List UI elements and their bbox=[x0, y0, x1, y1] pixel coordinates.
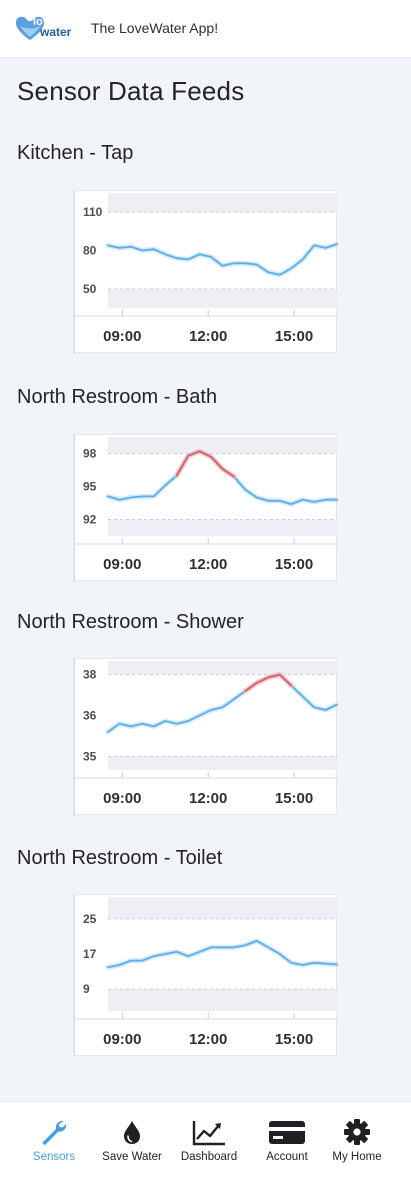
upper-alert-band bbox=[108, 437, 337, 454]
y-tick-label: 92 bbox=[83, 513, 97, 527]
alert-line-glow bbox=[174, 448, 237, 480]
y-tick-label: 110 bbox=[83, 205, 103, 219]
x-tick-label: 15:00 bbox=[275, 1031, 313, 1048]
sensor-chart-card[interactable]: 25 17 9 09:00 12:00 15:00 bbox=[73, 894, 338, 1057]
app-title: The LoveWater App! bbox=[91, 20, 219, 36]
line-chart-icon bbox=[192, 1121, 225, 1146]
water-drop-icon bbox=[124, 1121, 140, 1144]
y-tick-label: 9 bbox=[83, 982, 90, 996]
nav-item-save-water[interactable]: Save Water bbox=[92, 1102, 172, 1180]
nav-label: My Home bbox=[332, 1151, 382, 1163]
y-tick-label: 50 bbox=[83, 282, 97, 296]
sensor-chart-card[interactable]: 98 95 92 09:00 12:00 15:00 bbox=[73, 434, 338, 582]
sensor-chart: 98 95 92 09:00 12:00 15:00 bbox=[74, 435, 338, 582]
lower-alert-band bbox=[108, 519, 337, 536]
y-tick-label: 25 bbox=[83, 912, 97, 926]
sensor-title-north-restroom-toilet: North Restroom - Toilet bbox=[17, 847, 223, 869]
y-tick-label: 95 bbox=[83, 480, 97, 494]
nav-label: Account bbox=[266, 1151, 308, 1163]
bottom-nav: Sensors Save Water Dashboard Account My … bbox=[0, 1101, 411, 1180]
y-tick-label: 36 bbox=[83, 709, 97, 723]
sensor-chart-card[interactable]: 110 80 50 09:00 12:00 15:00 bbox=[73, 190, 338, 354]
lower-alert-band bbox=[108, 989, 337, 1011]
x-tick-label: 12:00 bbox=[189, 328, 227, 345]
nav-label: Save Water bbox=[102, 1151, 162, 1163]
x-tick-label: 12:00 bbox=[189, 790, 227, 807]
credit-card-icon bbox=[269, 1121, 305, 1144]
logo-text-line2: water bbox=[39, 25, 72, 39]
x-tick-label: 12:00 bbox=[189, 556, 227, 573]
y-tick-label: 17 bbox=[83, 947, 97, 961]
y-tick-label: 98 bbox=[83, 447, 97, 461]
nav-label: Dashboard bbox=[180, 1151, 238, 1163]
sensor-title-north-restroom-bath: North Restroom - Bath bbox=[17, 386, 218, 408]
x-tick-label: 15:00 bbox=[275, 328, 313, 345]
lower-alert-band bbox=[108, 756, 337, 770]
x-tick-label: 09:00 bbox=[103, 1031, 141, 1048]
lovewater-logo[interactable]: love water bbox=[14, 12, 78, 44]
data-line-glow bbox=[105, 938, 338, 970]
sensor-chart: 38 36 35 09:00 12:00 15:00 bbox=[74, 659, 338, 816]
nav-item-sensors[interactable]: Sensors bbox=[14, 1102, 94, 1180]
y-tick-label: 38 bbox=[83, 668, 97, 682]
upper-alert-band bbox=[108, 897, 337, 919]
sensor-chart-card[interactable]: 38 36 35 09:00 12:00 15:00 bbox=[73, 658, 338, 816]
lower-alert-band bbox=[108, 288, 337, 308]
x-tick-label: 09:00 bbox=[103, 556, 141, 573]
sensor-title-north-restroom-shower: North Restroom - Shower bbox=[17, 611, 244, 633]
nav-item-dashboard[interactable]: Dashboard bbox=[169, 1102, 249, 1180]
x-tick-label: 15:00 bbox=[275, 790, 313, 807]
gear-icon bbox=[344, 1119, 370, 1145]
sensor-chart: 25 17 9 09:00 12:00 15:00 bbox=[74, 895, 338, 1057]
nav-item-my-home[interactable]: My Home bbox=[317, 1102, 397, 1180]
app-header: love water The LoveWater App! bbox=[0, 0, 411, 58]
x-tick-label: 12:00 bbox=[189, 1031, 227, 1048]
x-tick-label: 09:00 bbox=[103, 790, 141, 807]
wrench-icon bbox=[42, 1120, 67, 1145]
x-tick-label: 15:00 bbox=[275, 556, 313, 573]
y-tick-label: 35 bbox=[83, 749, 97, 763]
upper-alert-band bbox=[108, 661, 337, 675]
sensor-title-kitchen-tap: Kitchen - Tap bbox=[17, 142, 134, 164]
nav-label: Sensors bbox=[32, 1151, 76, 1163]
upper-alert-band bbox=[108, 193, 337, 213]
sensor-chart: 110 80 50 09:00 12:00 15:00 bbox=[74, 191, 338, 354]
page-title: Sensor Data Feeds bbox=[17, 76, 245, 106]
x-tick-label: 09:00 bbox=[103, 328, 141, 345]
y-tick-label: 80 bbox=[83, 244, 97, 258]
nav-item-account[interactable]: Account bbox=[247, 1102, 327, 1180]
